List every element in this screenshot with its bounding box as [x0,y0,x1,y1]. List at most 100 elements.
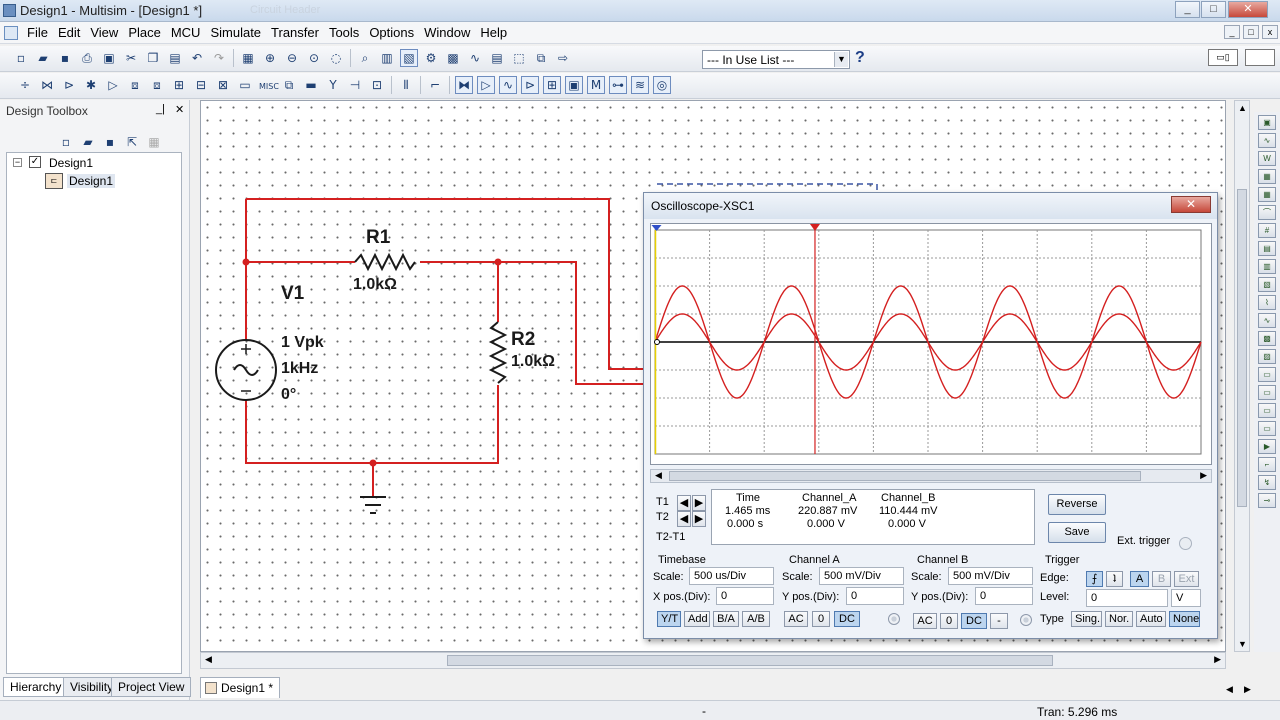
t1-left-arrow-icon[interactable]: ◀ [677,495,691,511]
channel-a-ypos-field[interactable]: 0 [846,587,904,605]
falling-edge-icon[interactable]: ʇ [1106,571,1123,587]
agilent-fg-icon[interactable]: ▭ [1258,367,1276,382]
trigger-b-button[interactable]: B [1152,571,1171,587]
ni-elvis-icon[interactable]: ⊸ [1258,493,1276,508]
channel-b-ypos-field[interactable]: 0 [975,587,1033,605]
wattmeter-icon[interactable]: W [1258,151,1276,166]
agilent-dmm-icon[interactable]: ▭ [1258,385,1276,400]
trigger-auto-button[interactable]: Auto [1136,611,1166,627]
t1-right-arrow-icon[interactable]: ▶ [692,495,706,511]
xsc1-ghost-outline [657,183,878,192]
four-channel-scope-icon[interactable]: ▦ [1258,187,1276,202]
mode-ba-button[interactable]: B/A [713,611,739,627]
trigger-level-unit[interactable]: V [1171,589,1201,607]
junction-dot [242,258,250,266]
x-pos-label: X pos.(Div): [653,591,711,603]
trigger-type-label: Type [1040,613,1064,625]
channel-b-dc-button[interactable]: DC [961,613,987,629]
spectrum-analyzer-icon[interactable]: ▩ [1258,331,1276,346]
trigger-single-button[interactable]: Sing. [1071,611,1102,627]
trigger-ext-button[interactable]: Ext [1174,571,1199,587]
t2-time: 0.000 s [727,518,764,530]
current-probe-icon[interactable]: ⌐ [1258,457,1276,472]
frequency-counter-icon[interactable]: # [1258,223,1276,238]
simulation-time: Tran: 5.296 ms [1037,705,1118,719]
timebase-scale-field[interactable]: 500 us/Div [689,567,774,585]
scope-scrollbar[interactable]: ◀ ▶ [650,469,1212,483]
t2-channel-b: 0.000 V [888,518,926,530]
oscilloscope-icon[interactable]: ▦ [1258,169,1276,184]
word-generator-icon[interactable]: ▤ [1258,241,1276,256]
scroll-right-icon[interactable]: ▶ [1214,654,1221,665]
scroll-up-icon[interactable]: ▲ [1238,103,1247,113]
logic-converter-icon[interactable]: ▥ [1258,259,1276,274]
iv-analyzer-icon[interactable]: ⌇ [1258,295,1276,310]
x-pos-field[interactable]: 0 [716,587,774,605]
scope-display[interactable] [650,223,1212,465]
channel-b-terminal-icon[interactable] [1020,614,1032,626]
tab-scroll-right-icon[interactable]: ▶ [1244,684,1251,695]
agilent-scope-icon[interactable]: ▭ [1258,403,1276,418]
v1-name: V1 [281,283,305,304]
tektronix-scope-icon[interactable]: ▭ [1258,421,1276,436]
save-button[interactable]: Save [1048,522,1106,543]
trigger-a-button[interactable]: A [1130,571,1149,587]
t2-t1-label: T2-T1 [656,531,686,543]
scope-scroll-right-icon[interactable]: ▶ [1200,470,1207,481]
t2-left-arrow-icon[interactable]: ◀ [677,511,691,527]
network-analyzer-icon[interactable]: ▨ [1258,349,1276,364]
channel-a-dc-button[interactable]: DC [834,611,860,627]
scope-scroll-left-icon[interactable]: ◀ [655,470,662,481]
vertical-scrollbar[interactable]: ▲ ▼ [1234,100,1250,652]
mode-ab-button[interactable]: A/B [742,611,770,627]
bode-plotter-icon[interactable]: ⌒ [1258,205,1276,220]
function-generator-icon[interactable]: ∿ [1258,133,1276,148]
r2-value: 1.0kΩ [511,353,555,370]
v1-sine-symbol [233,364,259,376]
timebase-title: Timebase [658,554,706,566]
trigger-level-field[interactable]: 0 [1086,589,1168,607]
labview-icon[interactable]: ▶ [1258,439,1276,454]
channel-a-ypos-label: Y pos.(Div): [782,591,840,603]
t2-right-arrow-icon[interactable]: ▶ [692,511,706,527]
channel-a-scale-field[interactable]: 500 mV/Div [819,567,904,585]
scope-scroll-thumb[interactable] [669,471,1141,481]
distortion-analyzer-icon[interactable]: ∿ [1258,313,1276,328]
channel-a-title: Channel A [789,554,840,566]
channel-a-zero-button[interactable]: 0 [812,611,830,627]
trigger-edge-label: Edge: [1040,572,1069,584]
trigger-normal-button[interactable]: Nor. [1105,611,1133,627]
instruments-toolbar: ▣ ∿ W ▦ ▦ ⌒ # ▤ ▥ ▧ ⌇ ∿ ▩ ▨ ▭ ▭ ▭ ▭ ▶ ⌐ … [1254,112,1280,652]
mode-yt-button[interactable]: Y/T [657,611,681,627]
scroll-left-icon[interactable]: ◀ [205,654,212,665]
tab-scroll-left-icon[interactable]: ◀ [1226,684,1233,695]
junction-dot [494,258,502,266]
scroll-down-icon[interactable]: ▼ [1238,639,1247,649]
oscilloscope-titlebar[interactable]: Oscilloscope-XSC1 ✕ [644,193,1217,219]
horizontal-scrollbar[interactable]: ◀ ▶ [200,652,1226,669]
mode-add-button[interactable]: Add [684,611,710,627]
logic-analyzer-icon[interactable]: ▧ [1258,277,1276,292]
v1-plus-sign [241,344,251,354]
channel-b-ac-button[interactable]: AC [913,613,937,629]
rising-edge-icon[interactable]: ⨍ [1086,571,1103,587]
channel-b-scale-field[interactable]: 500 mV/Div [948,567,1033,585]
channel-b-minus-button[interactable]: - [990,613,1008,629]
channel-b-zero-button[interactable]: 0 [940,613,958,629]
t2-label: T2 [656,511,669,523]
schematic-tab-icon [205,682,217,694]
channel-a-scale-label: Scale: [782,571,813,583]
multimeter-icon[interactable]: ▣ [1258,115,1276,130]
channel-a-ac-button[interactable]: AC [784,611,808,627]
channel-a-terminal-icon[interactable] [888,613,900,625]
ext-trigger-terminal-icon[interactable] [1179,537,1192,550]
trigger-none-button[interactable]: None [1169,611,1200,627]
r2-zigzag [488,321,508,384]
oscilloscope-close-button[interactable]: ✕ [1171,196,1211,213]
document-tab[interactable]: Design1 * [200,677,280,698]
reverse-button[interactable]: Reverse [1048,494,1106,515]
measurement-probe-icon[interactable]: ↯ [1258,475,1276,490]
vertical-scroll-thumb[interactable] [1237,189,1247,507]
horizontal-scroll-thumb[interactable] [447,655,1053,666]
scope-screen [651,224,1202,455]
